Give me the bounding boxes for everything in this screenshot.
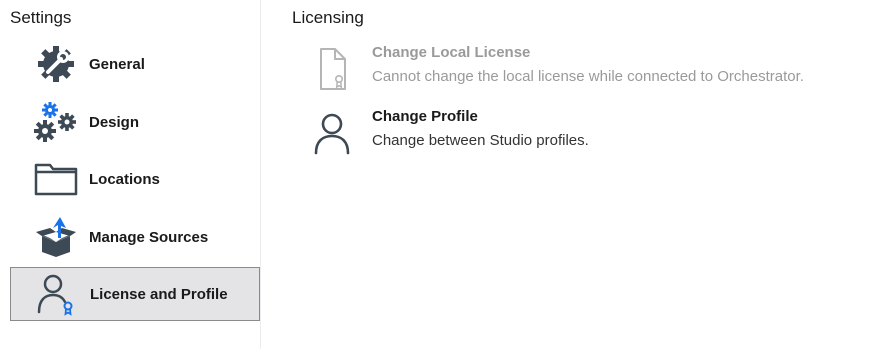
sidebar-item-manage-sources[interactable]: Manage Sources	[10, 210, 260, 264]
sidebar-item-label: Locations	[89, 170, 160, 188]
option-title: Change Profile	[372, 108, 478, 125]
option-title: Change Local License	[372, 44, 531, 61]
sidebar-item-label: General	[89, 55, 145, 73]
sidebar-item-license-and-profile[interactable]: License and Profile	[10, 267, 260, 321]
sidebar-item-label: Manage Sources	[89, 228, 209, 246]
sidebar-title: Settings	[10, 8, 72, 27]
folder-icon	[34, 159, 78, 199]
sidebar-item-label: License and Profile	[90, 285, 228, 303]
sidebar-item-label: Design	[89, 113, 140, 131]
option-description: Cannot change the local license while co…	[372, 68, 804, 85]
license-file-icon	[310, 44, 354, 94]
option-description: Change between Studio profiles.	[372, 132, 589, 149]
gears-icon	[34, 102, 78, 142]
sidebar-item-locations[interactable]: Locations	[10, 152, 260, 206]
user-icon	[310, 108, 354, 158]
sidebar-item-general[interactable]: General	[10, 37, 260, 91]
page-title: Licensing	[292, 8, 364, 27]
change-local-license-option: Change Local License Cannot change the l…	[310, 44, 870, 100]
settings-sidebar: Settings General Design Locations Manage…	[0, 0, 261, 349]
user-license-icon	[35, 274, 79, 316]
gear-wrench-icon	[34, 44, 78, 84]
sidebar-item-design[interactable]: Design	[10, 95, 260, 149]
change-profile-option[interactable]: Change Profile Change between Studio pro…	[310, 108, 870, 164]
package-upload-icon	[34, 217, 78, 257]
